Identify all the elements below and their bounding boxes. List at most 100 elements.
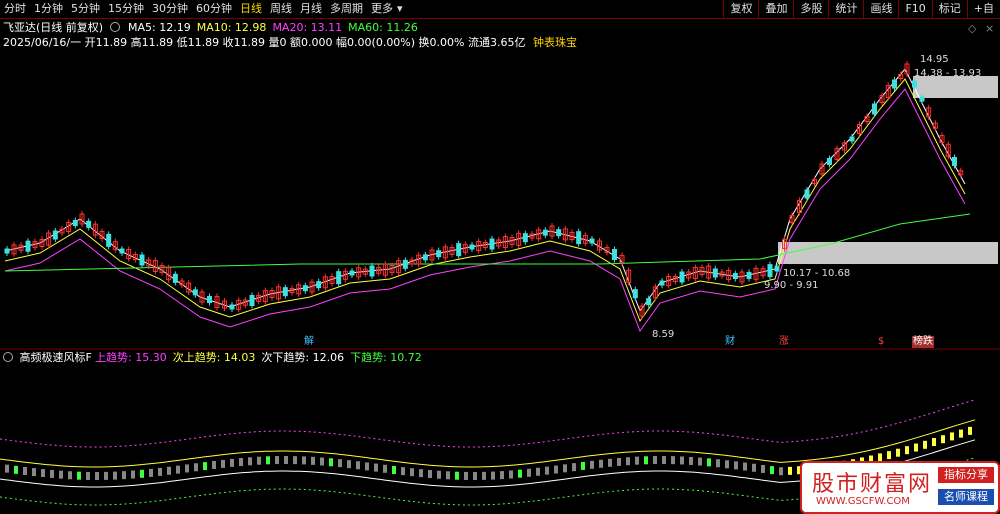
- indicator-bar: [50, 469, 54, 478]
- indicator-bar: [365, 462, 369, 471]
- upper-zone-label: 14.38 - 13.93: [914, 68, 982, 79]
- indicator-bar: [761, 464, 765, 473]
- candle-body: [52, 230, 58, 240]
- candle-body: [72, 220, 78, 226]
- bar-info: 2025/06/16/一 开11.89 高11.89 低11.89 收11.89…: [3, 36, 577, 49]
- sector-link[interactable]: 钟表珠宝: [533, 36, 577, 49]
- indicator-bar: [554, 465, 558, 474]
- indicator-bar: [446, 471, 450, 480]
- period-tab-7[interactable]: 周线: [266, 0, 296, 18]
- period-tab-0[interactable]: 分时: [0, 0, 30, 18]
- period-tab-5[interactable]: 60分钟: [192, 0, 236, 18]
- period-tab-1[interactable]: 1分钟: [30, 0, 67, 18]
- indicator-bar: [221, 459, 225, 468]
- indicator-bar: [86, 471, 90, 480]
- marker-toplist[interactable]: 榜跌: [912, 336, 934, 348]
- candle-body: [952, 157, 957, 166]
- period-tab-9[interactable]: 多周期: [326, 0, 367, 18]
- tool-button-7[interactable]: +自: [966, 0, 1000, 18]
- candle-body: [732, 273, 738, 279]
- tool-button-4[interactable]: 画线: [863, 0, 898, 18]
- ma-values: MA5: 12.19 MA10: 12.98 MA20: 13.11 MA60: 11…: [128, 21, 424, 34]
- candle-body: [659, 280, 665, 286]
- marker-rise[interactable]: 涨: [778, 336, 790, 348]
- indicator-bar: [203, 462, 207, 471]
- watermark-box: 股市财富网 WWW.GSCFW.COM 指标分享 名师课程: [800, 461, 1000, 514]
- indicator-bar: [464, 471, 468, 480]
- indicator-values: 上趋势: 15.30 次上趋势: 14.03 次下趋势: 12.06 下趋势: 10.…: [95, 351, 428, 364]
- candle-body: [249, 295, 255, 306]
- indicator-bar: [32, 468, 36, 477]
- indicator-bar: [941, 435, 945, 444]
- candle-body: [402, 259, 408, 269]
- close-icon[interactable]: ×: [985, 22, 994, 35]
- tool-button-6[interactable]: 标记: [931, 0, 967, 18]
- indicator-bar: [599, 459, 603, 468]
- indicator-bar: [680, 456, 684, 465]
- indicator-bar: [950, 432, 954, 441]
- indicator-bar: [491, 471, 495, 480]
- indicator-bar: [329, 458, 333, 467]
- indicator-bar: [608, 458, 612, 467]
- candle-body: [576, 231, 582, 245]
- period-tab-10[interactable]: 更多: [367, 0, 397, 18]
- indicator-bar: [968, 426, 972, 435]
- indicator-bar: [68, 471, 72, 480]
- tool-button-2[interactable]: 多股: [793, 0, 828, 18]
- candle-body: [302, 285, 308, 292]
- candle-body: [912, 80, 917, 88]
- indicator-bar: [113, 471, 117, 480]
- indicator-bar: [41, 469, 45, 478]
- period-tab-6[interactable]: 日线: [236, 0, 266, 18]
- diamond-icon[interactable]: ◇: [968, 22, 976, 35]
- candle-body: [767, 264, 773, 278]
- stock-title: 飞亚达(日线 前复权): [3, 21, 120, 34]
- marker-finance[interactable]: 财: [724, 336, 736, 348]
- indicator-bar: [248, 457, 252, 466]
- indicator-bar: [95, 471, 99, 480]
- indicator-bar: [887, 451, 891, 460]
- tool-button-1[interactable]: 叠加: [758, 0, 793, 18]
- indicator-bar: [518, 469, 522, 478]
- low-price-label: 8.59: [652, 329, 675, 340]
- indicator-bar: [563, 464, 567, 473]
- ma-value-0: MA5: 12.19: [128, 21, 191, 34]
- indicator-bar: [896, 448, 900, 457]
- indicator-value-3: 下趋势: 10.72: [350, 351, 422, 364]
- indicator-bar: [905, 446, 909, 455]
- indicator-bar: [374, 463, 378, 472]
- period-tab-2[interactable]: 5分钟: [67, 0, 104, 18]
- tool-button-5[interactable]: F10: [898, 0, 931, 18]
- candle-body: [556, 229, 562, 237]
- marker-unlock[interactable]: 解: [303, 336, 315, 348]
- tool-button-3[interactable]: 统计: [828, 0, 863, 18]
- indicator-bar: [662, 456, 666, 465]
- period-tab-4[interactable]: 30分钟: [148, 0, 192, 18]
- marker-dollar[interactable]: $: [877, 336, 885, 348]
- period-tab-8[interactable]: 月线: [296, 0, 326, 18]
- dropdown-arrow-icon[interactable]: ▾: [397, 0, 407, 18]
- indicator-bar: [5, 464, 9, 473]
- indicator-bar: [788, 466, 792, 475]
- indicator-title: 高频极速风标F: [3, 351, 92, 364]
- tool-button-0[interactable]: 复权: [723, 0, 758, 18]
- candle-body: [207, 296, 212, 303]
- stock-title-text: 飞亚达(日线 前复权): [3, 21, 104, 34]
- indicator-bar: [212, 460, 216, 469]
- settings-circle-icon[interactable]: [109, 22, 120, 32]
- indicator-value-1: 次上趋势: 14.03: [172, 351, 256, 364]
- indicator-bar: [743, 462, 747, 471]
- indicator-bar: [932, 438, 936, 447]
- indicator-bar: [149, 468, 153, 477]
- indicator-settings-icon[interactable]: [3, 352, 13, 362]
- indicator-bar: [392, 465, 396, 474]
- indicator-bar: [914, 443, 918, 452]
- indicator-bar: [716, 459, 720, 468]
- indicator-bar: [689, 456, 693, 465]
- candle-body: [4, 248, 10, 254]
- indicator-bar: [320, 457, 324, 466]
- indicator-bar: [347, 460, 351, 469]
- candle-body: [369, 265, 375, 277]
- ma20-line: [4, 88, 966, 333]
- period-tab-3[interactable]: 15分钟: [104, 0, 148, 18]
